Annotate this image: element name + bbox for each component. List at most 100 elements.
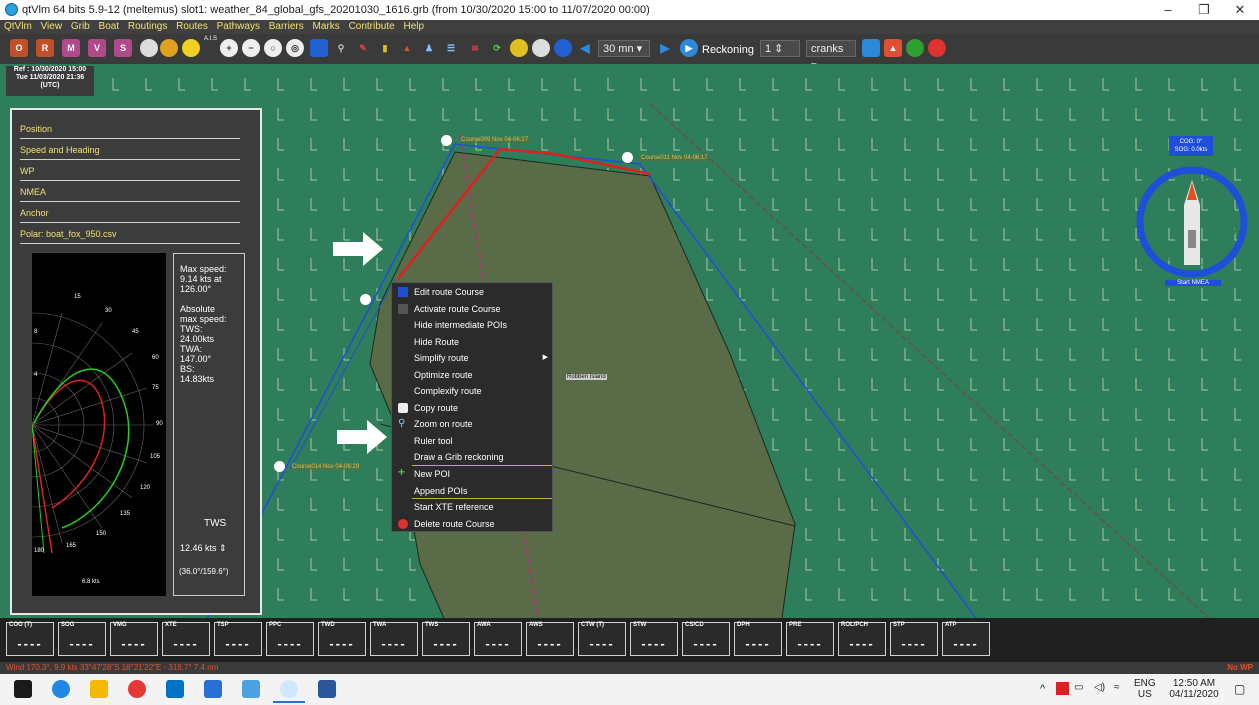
instrument-dph[interactable]: DPH ---- xyxy=(734,622,782,656)
prev-step-icon[interactable]: ◀ xyxy=(576,39,594,57)
compass-icon[interactable] xyxy=(554,39,572,57)
tws-spinbox[interactable]: 12.46 kts ⇕ xyxy=(180,540,238,556)
instrument-aws[interactable]: AWS ---- xyxy=(526,622,574,656)
word-icon[interactable] xyxy=(318,680,336,698)
sail-icon[interactable] xyxy=(182,39,200,57)
minimize-button[interactable]: – xyxy=(1150,1,1186,19)
instrument-awa[interactable]: AWA ---- xyxy=(474,622,522,656)
poi-marker[interactable] xyxy=(360,294,371,305)
menu-optimize-route[interactable]: Optimize route xyxy=(392,367,552,384)
pencil-icon[interactable]: ✎ xyxy=(354,39,372,57)
clock[interactable]: 12:50 AM 04/11/2020 xyxy=(1164,678,1224,700)
menu-edit-route[interactable]: Edit route Course xyxy=(392,284,552,301)
zoom-in-icon[interactable]: + xyxy=(220,39,238,57)
outlook-icon[interactable] xyxy=(166,680,184,698)
app-icon-cyan[interactable] xyxy=(242,680,260,698)
close-button[interactable]: ✕ xyxy=(1222,1,1258,19)
panel-item-position[interactable]: Position xyxy=(20,120,240,139)
panel-item-wp[interactable]: WP xyxy=(20,162,240,181)
wifi-icon[interactable]: ≈ xyxy=(1114,682,1120,693)
instrument-vmg[interactable]: VMG ---- xyxy=(110,622,158,656)
instrument-sog[interactable]: SOG ---- xyxy=(58,622,106,656)
instrument-cog[interactable]: COG (T) ---- xyxy=(6,622,54,656)
menu-contribute[interactable]: Contribute xyxy=(349,21,395,32)
instrument-xte[interactable]: XTE ---- xyxy=(162,622,210,656)
play-icon[interactable]: ▶ xyxy=(680,39,698,57)
menu-activate-route[interactable]: Activate route Course xyxy=(392,301,552,318)
file-explorer-icon[interactable] xyxy=(90,680,108,698)
wind-icon[interactable]: ≋ xyxy=(466,39,484,57)
instrument-cs-cd[interactable]: CS/CD ---- xyxy=(682,622,730,656)
instrument-rol-pch[interactable]: ROL/PCH ---- xyxy=(838,622,886,656)
toolbar-m-button[interactable]: M xyxy=(62,39,80,57)
zoom-out-icon[interactable]: − xyxy=(242,39,260,57)
poi-marker[interactable] xyxy=(274,461,285,472)
qtvlm-taskbar-icon[interactable] xyxy=(280,680,298,698)
instrument-atp[interactable]: ATP ---- xyxy=(942,622,990,656)
app-icon-blue[interactable] xyxy=(204,680,222,698)
menu-draw-grib-reckoning[interactable]: Draw a Grib reckoning xyxy=(392,449,552,466)
warning-icon[interactable]: ▲ xyxy=(884,39,902,57)
menu-pathways[interactable]: Pathways xyxy=(217,21,260,32)
menu-barriers[interactable]: Barriers xyxy=(269,21,304,32)
menu-marks[interactable]: Marks xyxy=(313,21,340,32)
recycle-icon[interactable]: ⟳ xyxy=(488,39,506,57)
poi-marker[interactable] xyxy=(622,152,633,163)
instrument-tws[interactable]: TWS ---- xyxy=(422,622,470,656)
menu-new-poi[interactable]: + New POI xyxy=(392,465,552,483)
map-rect-icon[interactable] xyxy=(310,39,328,57)
instrument-ctw[interactable]: CTW (T) ---- xyxy=(578,622,626,656)
instrument-twa[interactable]: TWA ---- xyxy=(370,622,418,656)
cranks-select[interactable]: cranks ▾ xyxy=(806,40,856,72)
instrument-stw[interactable]: STW ---- xyxy=(630,622,678,656)
instrument-twd[interactable]: TWD ---- xyxy=(318,622,366,656)
layers-icon[interactable]: ☰ xyxy=(442,39,460,57)
menu-view[interactable]: View xyxy=(41,21,63,32)
notification-icon[interactable]: ▢ xyxy=(1234,682,1245,696)
menu-delete-route[interactable]: Delete route Course xyxy=(392,516,552,533)
edge-icon[interactable] xyxy=(52,680,70,698)
flag-icon[interactable]: ▮ xyxy=(376,39,394,57)
zoom-reset-icon[interactable]: ○ xyxy=(264,39,282,57)
language-indicator[interactable]: ENG US xyxy=(1134,678,1156,700)
menu-ruler-tool[interactable]: Ruler tool xyxy=(392,433,552,450)
toolbar-o-button[interactable]: O xyxy=(10,39,28,57)
moon-icon[interactable] xyxy=(532,39,550,57)
volume-icon[interactable]: ◁) xyxy=(1094,682,1105,693)
cranks-spinbox[interactable]: 1 ⇕ xyxy=(760,40,800,57)
next-step-icon[interactable]: ▶ xyxy=(656,39,674,57)
menu-help[interactable]: Help xyxy=(403,21,424,32)
menu-start-xte[interactable]: Start XTE reference xyxy=(392,499,552,516)
menu-complexify-route[interactable]: Complexify route xyxy=(392,383,552,400)
menu-routes[interactable]: Routes xyxy=(176,21,208,32)
instrument-pre[interactable]: PRE ---- xyxy=(786,622,834,656)
magnify-icon[interactable]: ⚲ xyxy=(332,39,350,57)
poi-marker[interactable] xyxy=(441,135,452,146)
menu-hide-intermediate-pois[interactable]: Hide intermediate POIs xyxy=(392,317,552,334)
tray-chevron-icon[interactable]: ^ xyxy=(1040,683,1045,695)
menu-boat[interactable]: Boat xyxy=(99,21,120,32)
maximize-button[interactable]: ❐ xyxy=(1186,1,1222,19)
instrument-stp[interactable]: STP ---- xyxy=(890,622,938,656)
person-icon[interactable]: ♟ xyxy=(420,39,438,57)
up-arrow-icon[interactable]: ▲ xyxy=(398,39,416,57)
menu-copy-route[interactable]: Copy route xyxy=(392,400,552,417)
menu-zoom-on-route[interactable]: ⚲ Zoom on route xyxy=(392,416,552,433)
clock-icon[interactable] xyxy=(140,39,158,57)
network-icon[interactable]: ▭ xyxy=(1074,682,1083,693)
boat-icon[interactable] xyxy=(160,39,178,57)
toolbar-v-button[interactable]: V xyxy=(88,39,106,57)
zoom-fit-icon[interactable]: ◎ xyxy=(286,39,304,57)
lifebuoy-icon[interactable] xyxy=(928,39,946,57)
toolbar-s-button[interactable]: S xyxy=(114,39,132,57)
panel-item-speed-heading[interactable]: Speed and Heading xyxy=(20,141,240,160)
menu-grib[interactable]: Grib xyxy=(71,21,90,32)
panel-item-polar[interactable]: Polar: boat_fox_950.csv xyxy=(20,225,240,244)
menu-hide-route[interactable]: Hide Route xyxy=(392,334,552,351)
windows-start-icon[interactable] xyxy=(14,680,32,698)
compass-widget[interactable]: COG: 0° SOG: 0.0kts Start NMEA xyxy=(1135,134,1250,294)
toolbar-r-button[interactable]: R xyxy=(36,39,54,57)
tray-app-icon[interactable] xyxy=(1056,682,1069,695)
panel-item-anchor[interactable]: Anchor xyxy=(20,204,240,223)
menu-routings[interactable]: Routings xyxy=(128,21,167,32)
